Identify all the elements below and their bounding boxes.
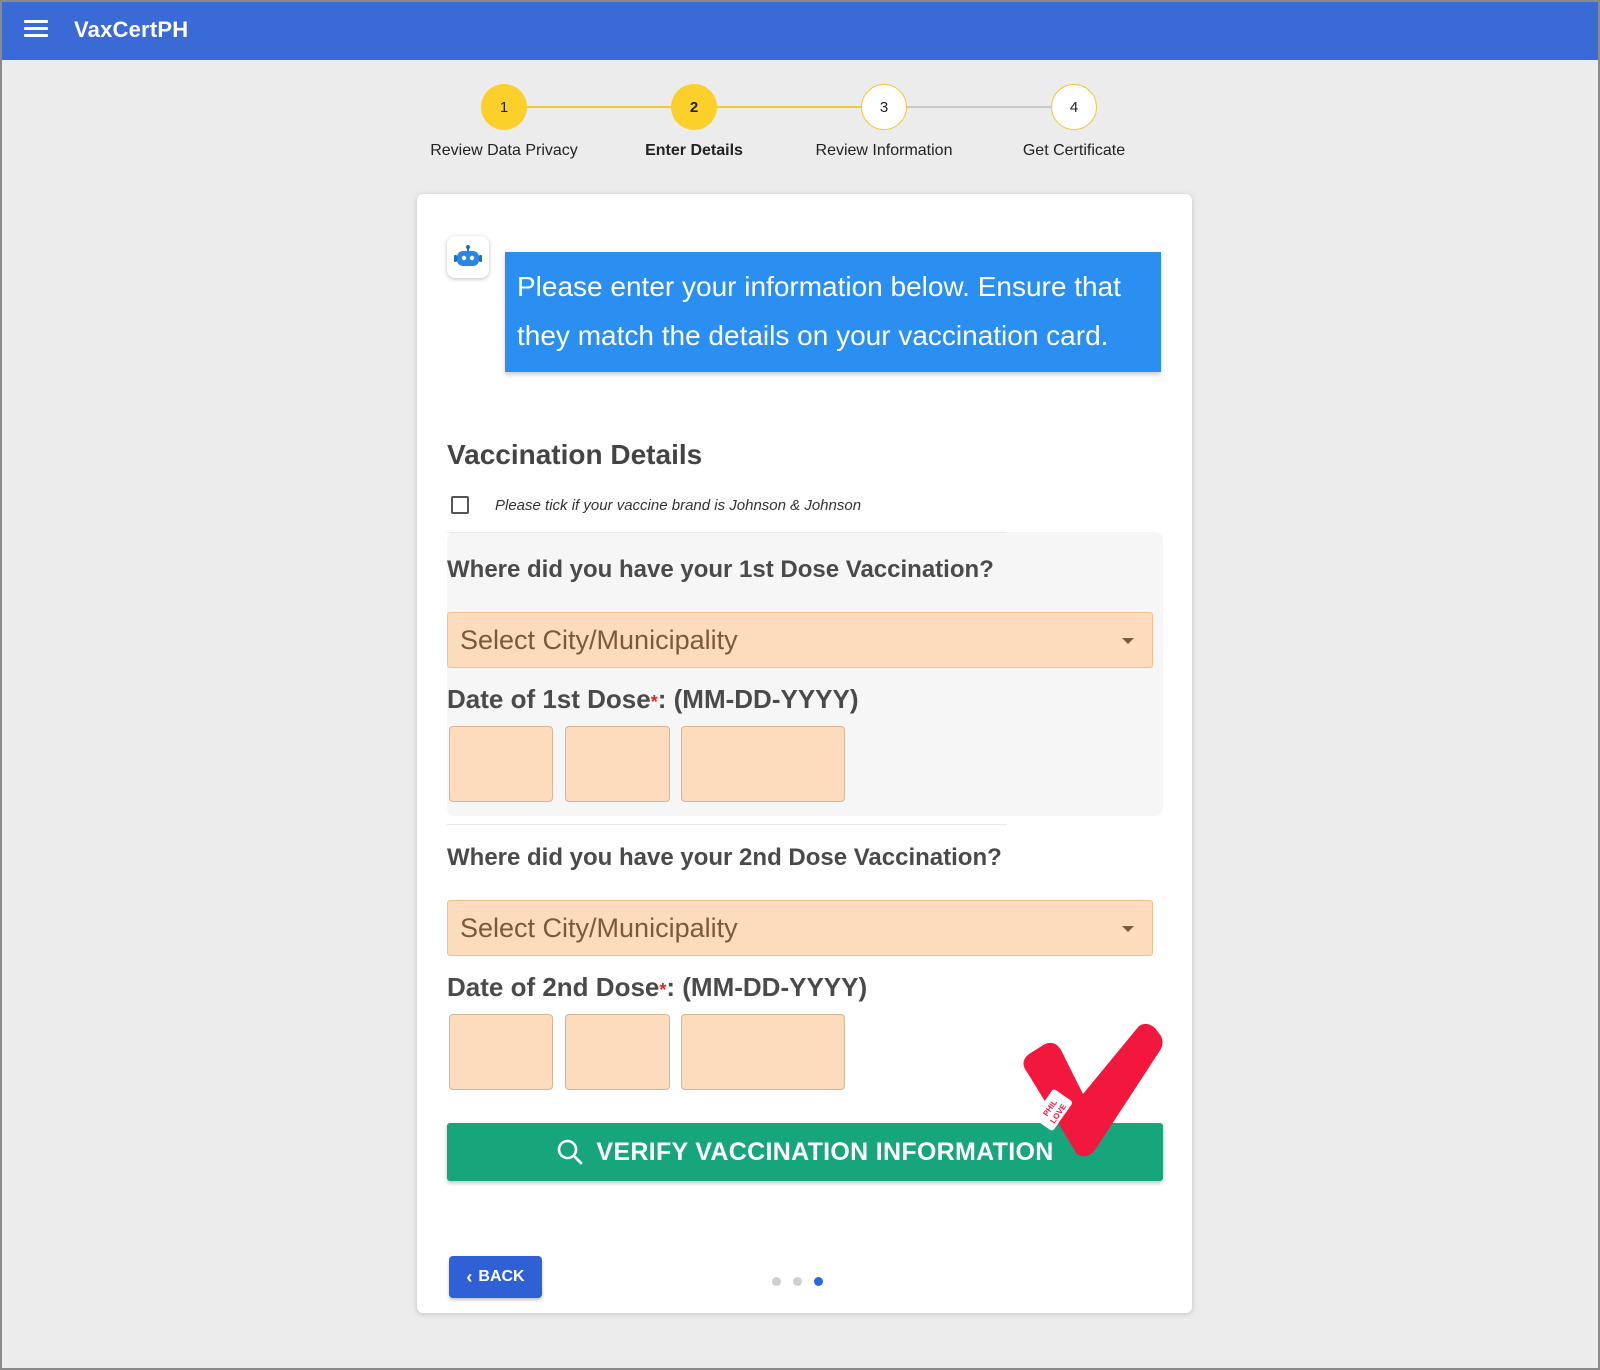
back-button[interactable]: ‹ BACK [449,1256,542,1298]
step-enter-details: 2 Enter Details [594,84,794,160]
dose1-date-label: Date of 1st Dose*: (MM-DD-YYYY) [447,684,859,715]
hamburger-menu-icon[interactable] [24,20,48,40]
step-review-information: 3 Review Information [784,84,984,160]
dose2-year-input[interactable] [681,1014,845,1090]
page-dot-active[interactable] [814,1277,823,1286]
step-get-certificate: 4 Get Certificate [974,84,1174,160]
search-icon [556,1138,584,1166]
robot-icon [454,245,482,266]
app-bar: VaxCertPH [2,2,1598,60]
dropdown-arrow-icon [1122,638,1134,644]
dose2-date-label: Date of 2nd Dose*: (MM-DD-YYYY) [447,972,867,1003]
page-dot[interactable] [793,1277,802,1286]
browser-frame: VaxCertPH 1 Review Data Privacy 2 Enter … [0,0,1600,1370]
progress-stepper: 1 Review Data Privacy 2 Enter Details 3 … [422,84,1162,164]
step-label: Enter Details [645,142,743,159]
jj-checkbox[interactable] [451,496,469,514]
step-label: Review Data Privacy [430,142,578,159]
section-title: Vaccination Details [447,439,703,470]
dropdown-arrow-icon [1122,926,1134,932]
chat-message-bubble: Please enter your information below. Ens… [505,252,1161,372]
dose1-day-input[interactable] [565,726,670,802]
app-title: VaxCertPH [74,17,189,42]
date-format-hint: : (MM-DD-YYYY) [666,972,868,1002]
dose2-city-select[interactable]: Select City/Municipality [447,900,1153,956]
dose2-month-input[interactable] [449,1014,553,1090]
required-asterisk: * [650,692,658,712]
divider [447,824,1007,825]
jj-checkbox-label: Please tick if your vaccine brand is Joh… [495,496,862,514]
dose1-city-select[interactable]: Select City/Municipality [447,612,1153,668]
select-placeholder: Select City/Municipality [460,625,738,655]
dose2-day-input[interactable] [565,1014,670,1090]
verify-button-label: VERIFY VACCINATION INFORMATION [596,1137,1054,1166]
date-label-text: Date of 2nd Dose [447,972,660,1002]
chatbot-avatar [447,236,489,278]
dose1-question: Where did you have your 1st Dose Vaccina… [447,556,994,583]
date-label-text: Date of 1st Dose [447,684,651,714]
step-number: 1 [481,84,527,130]
select-placeholder: Select City/Municipality [460,913,738,943]
dose1-year-input[interactable] [681,726,845,802]
step-review-data-privacy: 1 Review Data Privacy [404,84,604,160]
step-number: 3 [861,84,907,130]
chevron-left-icon: ‹ [466,1267,473,1287]
divider [447,532,1007,533]
back-button-label: BACK [478,1268,525,1285]
step-label: Get Certificate [1022,142,1126,159]
date-format-hint: : (MM-DD-YYYY) [657,684,859,714]
step-label: Review Information [815,142,953,159]
jj-checkbox-row: Please tick if your vaccine brand is Joh… [451,496,861,514]
dose2-question: Where did you have your 2nd Dose Vaccina… [447,844,1002,871]
form-card: Please enter your information below. Ens… [417,194,1192,1313]
step-number: 2 [671,84,717,130]
step-number: 4 [1051,84,1097,130]
dose1-month-input[interactable] [449,726,553,802]
page-indicator [772,1277,835,1286]
page-dot[interactable] [772,1277,781,1286]
phil-love-checkmark-logo: PHIL LOVE [1015,1023,1165,1164]
